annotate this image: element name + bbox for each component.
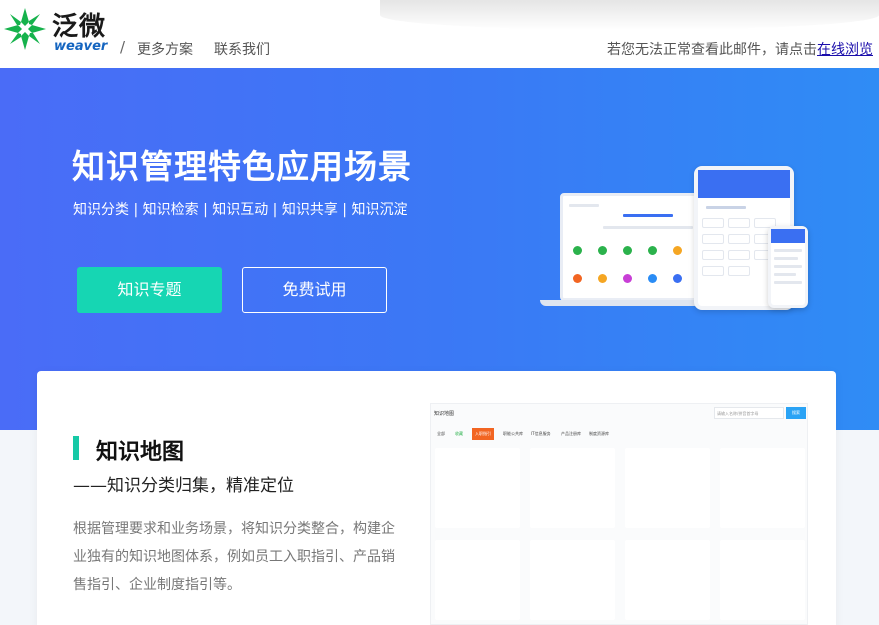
knowledge-map-screenshot: 知识地图 请输入名称/拼音首字母 搜索 全部 收藏 入职指引 职能公共库 IT信…: [430, 403, 808, 625]
laptop-screen-line: [569, 204, 599, 207]
app-icon: [673, 274, 682, 283]
laptop-screen-line: [603, 226, 693, 229]
app-icon: [648, 274, 657, 283]
nav-separator: /: [120, 38, 126, 56]
logo-text-cn: 泛微: [52, 12, 107, 42]
mock-tab: 产品注册库: [561, 431, 581, 436]
section-title: 知识地图: [96, 440, 185, 465]
app-icon: [623, 274, 632, 283]
phone-header-bar: [771, 229, 805, 243]
email-header: 泛微 weaver / 更多方案 联系我们 若您无法正常查看此邮件，请点击在线浏…: [0, 0, 879, 68]
app-icon: [598, 246, 607, 255]
mock-card: [720, 448, 805, 528]
mock-card: [530, 448, 615, 528]
tablet-cell: [728, 218, 750, 228]
mock-card: [435, 448, 520, 528]
section-accent-bar: [73, 436, 79, 460]
app-icon: [573, 246, 582, 255]
view-online-link[interactable]: 在线浏览: [817, 42, 873, 58]
logo-text-en: weaver: [54, 39, 108, 54]
app-icon: [673, 246, 682, 255]
phone-line: [774, 281, 802, 284]
tablet-cell: [702, 234, 724, 244]
section-subtitle: ——知识分类归集，精准定位: [73, 476, 294, 496]
tablet-header-bar: [698, 170, 790, 198]
tablet-cell: [728, 250, 750, 260]
app-icon: [573, 274, 582, 283]
mock-search-button: 搜索: [786, 407, 806, 419]
notice-text: 若您无法正常查看此邮件，请点击: [607, 42, 817, 58]
app-icon: [623, 246, 632, 255]
tablet-cell: [702, 218, 724, 228]
mock-card: [625, 448, 710, 528]
mock-card: [435, 540, 520, 620]
header-decoration: [380, 0, 879, 30]
mock-title: 知识地图: [434, 411, 455, 417]
tablet-cell: [702, 250, 724, 260]
phone-illustration: [768, 226, 808, 308]
app-icon: [598, 274, 607, 283]
free-trial-button[interactable]: 免费试用: [242, 267, 387, 313]
hero-title: 知识管理特色应用场景: [72, 147, 412, 186]
tablet-cell: [728, 234, 750, 244]
mock-tab: 制度资源库: [589, 431, 609, 436]
tablet-cell: [702, 266, 724, 276]
weaver-logo-icon: [4, 8, 46, 50]
mock-tab-active: 入职指引: [472, 428, 494, 440]
phone-line: [774, 273, 796, 276]
knowledge-topic-button[interactable]: 知识专题: [77, 267, 222, 313]
tablet-cell: [728, 266, 750, 276]
mock-card: [720, 540, 805, 620]
section-description: 根据管理要求和业务场景，将知识分类整合，构建企业独有的知识地图体系，例如员工入职…: [73, 521, 395, 593]
tablet-line: [706, 206, 746, 209]
app-icon: [648, 246, 657, 255]
laptop-screen-tab: [623, 214, 673, 217]
phone-line: [774, 249, 802, 252]
mock-tab: 职能公共库: [503, 431, 523, 436]
weaver-logo[interactable]: 泛微 weaver: [2, 6, 112, 56]
phone-line: [774, 257, 798, 260]
hero-subtitle: 知识分类 | 知识检索 | 知识互动 | 知识共享 | 知识沉淀: [73, 202, 408, 218]
mock-card: [530, 540, 615, 620]
nav-contact-us[interactable]: 联系我们: [214, 39, 270, 59]
nav-more-solutions[interactable]: 更多方案: [137, 39, 193, 59]
mock-search-input: 请输入名称/拼音首字母: [714, 407, 784, 419]
mock-card: [625, 540, 710, 620]
mock-tab: 全部: [437, 431, 445, 436]
mock-tab: IT信息服务: [531, 431, 551, 436]
mock-tab: 收藏: [455, 431, 463, 436]
view-online-notice: 若您无法正常查看此邮件，请点击在线浏览: [607, 39, 873, 59]
phone-line: [774, 265, 802, 268]
